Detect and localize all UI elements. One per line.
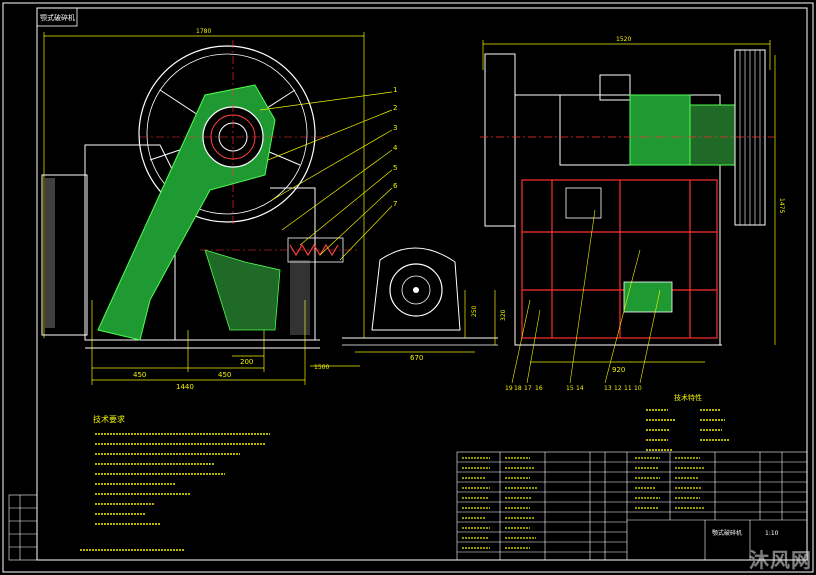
callout-numbers-front: 1 2 3 4 5 6 7: [393, 86, 398, 208]
spec-heading: 技术特性: [674, 393, 702, 402]
dim-1440: 1440: [176, 383, 194, 391]
callout-10: 10: [634, 385, 642, 392]
side-view: 1520 1475 920: [480, 36, 785, 384]
callout-16: 16: [535, 385, 543, 392]
callout-17: 17: [524, 385, 532, 392]
callout-numbers-side: 19 18 17 16 15 14 13 12 11 10: [505, 385, 642, 392]
callout-15: 15: [566, 385, 574, 392]
dim-1520: 1520: [616, 36, 631, 43]
front-callouts: [259, 91, 393, 261]
callout-11: 11: [624, 385, 632, 392]
callout-3: 3: [393, 124, 397, 132]
motor-view: 670 250 320: [342, 247, 507, 362]
dim-450-b: 450: [218, 371, 231, 379]
dim-250: 250: [471, 305, 478, 317]
cad-drawing: 颚式破碎机 1780 1440 450 450 200 1500 1 2 3 4…: [2, 2, 814, 573]
tech-spec: 技术特性: [646, 393, 730, 451]
technical-notes: 技术要求: [80, 414, 270, 551]
callout-4: 4: [393, 144, 398, 152]
callout-12: 12: [614, 385, 622, 392]
dim-450-a: 450: [133, 371, 146, 379]
callout-19: 19: [505, 385, 513, 392]
revision-strip: [8, 494, 38, 561]
title-block-scale: 1:10: [765, 530, 779, 537]
dim-1780: 1780: [196, 28, 211, 35]
callout-1: 1: [393, 86, 397, 94]
dim-670: 670: [410, 354, 423, 362]
callout-13: 13: [604, 385, 612, 392]
callout-14: 14: [576, 385, 584, 392]
callout-5: 5: [393, 164, 397, 172]
callout-6: 6: [393, 182, 398, 190]
dim-1475: 1475: [778, 198, 785, 213]
watermark: 沐风网: [749, 548, 812, 572]
callout-7: 7: [393, 200, 397, 208]
title-tag: 颚式破碎机: [40, 13, 75, 22]
title-block-name: 颚式破碎机: [712, 529, 742, 537]
callout-18: 18: [514, 385, 522, 392]
dim-320: 320: [500, 309, 507, 321]
dim-920: 920: [612, 366, 625, 374]
callout-2: 2: [393, 104, 397, 112]
dim-200: 200: [240, 358, 253, 366]
front-view: 1780 1440 450 450 200 1500: [41, 28, 365, 391]
dim-1500: 1500: [314, 364, 329, 371]
notes-heading: 技术要求: [93, 414, 125, 424]
